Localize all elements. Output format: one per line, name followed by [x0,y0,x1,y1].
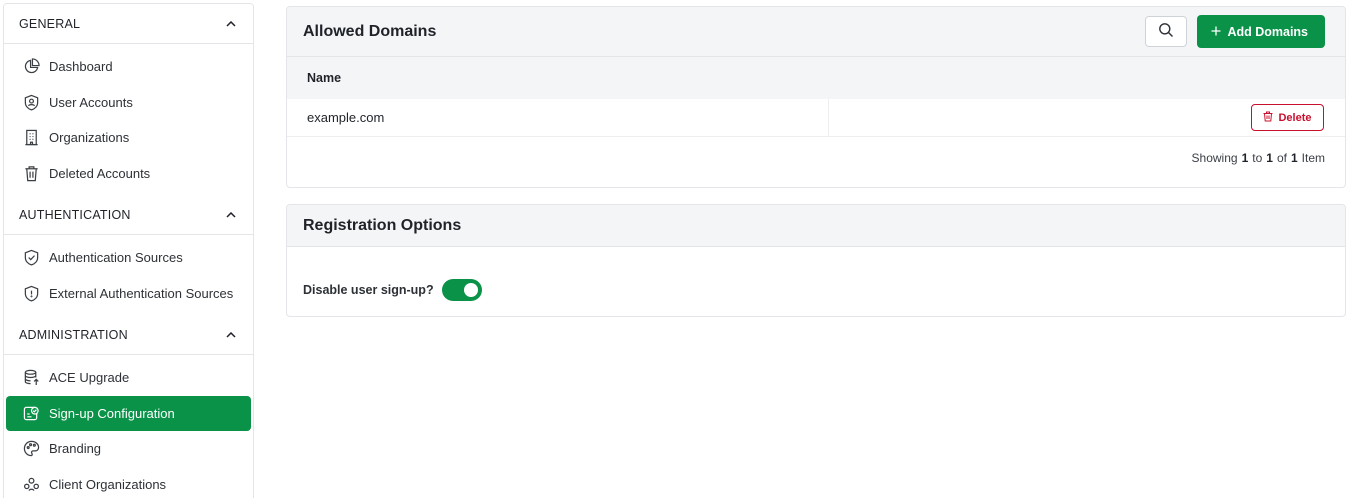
sidebar-item-label: Deleted Accounts [49,165,151,181]
pagination-info: Showing 1 to 1 of 1 Item [287,137,1345,165]
sidebar-item-label: Organizations [49,130,130,146]
pager-to-word: to [1252,151,1263,165]
chevron-up-icon [225,329,237,341]
plus-icon [1211,25,1221,39]
sidebar-item-external-authentication-sources[interactable]: External Authentication Sources [6,276,251,312]
allowed-domains-header: Allowed Domains Add Domains [287,7,1345,57]
table-header: Name [287,57,1345,99]
add-domains-label: Add Domains [1227,24,1308,39]
sidebar-item-label: ACE Upgrade [49,370,130,386]
section-header-authentication[interactable]: AUTHENTICATION [4,195,253,235]
pie-chart-icon [22,58,40,76]
sidebar-item-user-accounts[interactable]: User Accounts [6,85,251,121]
registration-options-title: Registration Options [303,216,462,234]
pager-showing: Showing [1191,151,1238,165]
chevron-up-icon [225,209,237,221]
sidebar: GENERAL Dashboard User Accounts Organiza… [3,3,254,498]
chevron-up-icon [225,18,237,30]
section-title: AUTHENTICATION [19,207,131,222]
allowed-domains-panel: Allowed Domains Add Domains Name example… [286,6,1346,188]
user-shield-icon [22,93,40,111]
sidebar-item-label: Client Organizations [49,476,167,492]
sidebar-item-label: Sign-up Configuration [49,405,175,421]
delete-label: Delete [1278,111,1312,124]
palette-icon [22,440,40,458]
sidebar-item-dashboard[interactable]: Dashboard [6,49,251,85]
pager-to: 1 [1266,151,1273,165]
section-header-general[interactable]: GENERAL [4,4,253,44]
sidebar-item-deleted-accounts[interactable]: Deleted Accounts [6,156,251,192]
shield-icon [22,284,40,302]
pager-unit: Item [1301,151,1325,165]
section-header-administration[interactable]: ADMINISTRATION [4,315,253,355]
section-title: ADMINISTRATION [19,327,128,342]
sidebar-item-authentication-sources[interactable]: Authentication Sources [6,240,251,276]
disable-signup-toggle[interactable] [441,279,482,301]
sidebar-item-label: Dashboard [49,59,113,75]
search-icon [1158,22,1174,41]
trash-icon [22,164,40,182]
disable-signup-label: Disable user sign-up? [303,283,434,297]
sidebar-item-signup-configuration[interactable]: Sign-up Configuration [6,395,251,431]
sidebar-item-label: User Accounts [49,94,133,110]
sidebar-item-branding[interactable]: Branding [6,431,251,467]
signup-config-icon [22,404,40,422]
registration-options-panel: Registration Options Disable user sign-u… [286,204,1346,317]
sidebar-item-label: Authentication Sources [49,250,183,266]
sidebar-item-label: External Authentication Sources [49,285,234,301]
database-upgrade-icon [22,369,40,387]
pager-from: 1 [1241,151,1249,165]
add-domains-button[interactable]: Add Domains [1197,15,1325,48]
shield-check-icon [22,249,40,267]
sidebar-item-organizations[interactable]: Organizations [6,120,251,156]
section-title: GENERAL [19,16,81,31]
trash-icon [1263,111,1273,125]
sidebar-item-ace-upgrade[interactable]: ACE Upgrade [6,360,251,396]
toggle-knob [463,283,478,297]
building-icon [22,129,40,147]
sidebar-item-client-organizations[interactable]: Client Organizations [6,467,251,498]
registration-options-header: Registration Options [287,205,1345,247]
column-header-name[interactable]: Name [307,71,341,85]
delete-button[interactable]: Delete [1251,104,1324,131]
search-button[interactable] [1145,16,1188,47]
pager-total: 1 [1290,151,1298,165]
pager-of-word: of [1276,151,1287,165]
domain-name-cell: example.com [287,99,829,136]
group-icon [22,475,40,493]
allowed-domains-title: Allowed Domains [303,22,437,40]
table-row: example.com Delete [287,99,1345,137]
sidebar-item-label: Branding [49,441,102,457]
